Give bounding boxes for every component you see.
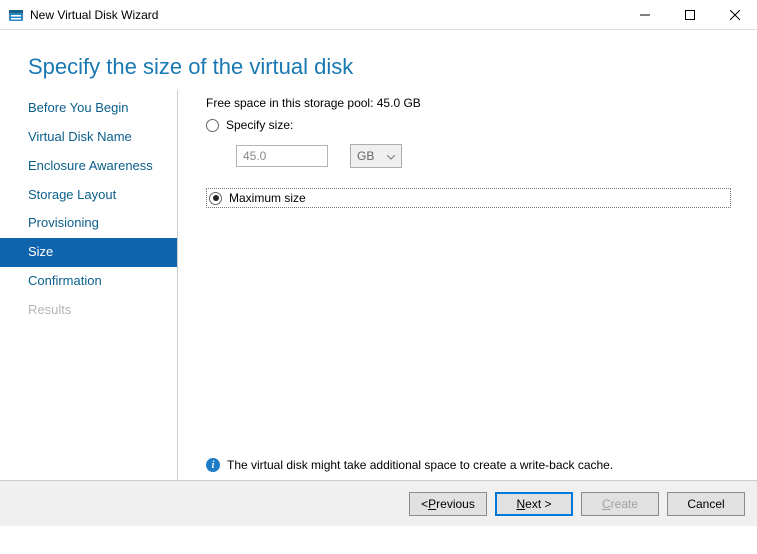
radio-maximum-size[interactable]: [209, 192, 222, 205]
maximize-button[interactable]: [667, 0, 712, 29]
info-icon: i: [206, 458, 220, 472]
unit-selected-label: GB: [357, 149, 374, 163]
wizard-steps: Before You Begin Virtual Disk Name Enclo…: [0, 90, 178, 480]
app-icon: [8, 7, 24, 23]
maximum-size-option[interactable]: Maximum size: [206, 188, 731, 208]
step-before-you-begin[interactable]: Before You Begin: [0, 94, 177, 123]
size-input-row: GB: [236, 144, 731, 168]
maximum-size-label: Maximum size: [229, 191, 306, 205]
step-storage-layout[interactable]: Storage Layout: [0, 181, 177, 210]
wizard-footer: < Previous Next > Create Cancel: [0, 480, 757, 526]
create-button: Create: [581, 492, 659, 516]
step-results: Results: [0, 296, 177, 325]
unit-select[interactable]: GB: [350, 144, 402, 168]
close-button[interactable]: [712, 0, 757, 29]
minimize-button[interactable]: [622, 0, 667, 29]
next-button[interactable]: Next >: [495, 492, 573, 516]
step-virtual-disk-name[interactable]: Virtual Disk Name: [0, 123, 177, 152]
content-pane: Free space in this storage pool: 45.0 GB…: [178, 90, 739, 480]
step-confirmation[interactable]: Confirmation: [0, 267, 177, 296]
step-enclosure-awareness[interactable]: Enclosure Awareness: [0, 152, 177, 181]
info-text: The virtual disk might take additional s…: [227, 458, 613, 472]
window-title: New Virtual Disk Wizard: [30, 8, 158, 22]
window-controls: [622, 0, 757, 29]
specify-size-option[interactable]: Specify size:: [206, 118, 731, 132]
page-heading: Specify the size of the virtual disk: [0, 30, 757, 90]
step-provisioning[interactable]: Provisioning: [0, 209, 177, 238]
size-input[interactable]: [236, 145, 328, 167]
step-size[interactable]: Size: [0, 238, 177, 267]
info-row: i The virtual disk might take additional…: [206, 450, 731, 480]
cancel-button[interactable]: Cancel: [667, 492, 745, 516]
chevron-down-icon: [387, 149, 395, 163]
radio-specify-size[interactable]: [206, 119, 219, 132]
free-space-label: Free space in this storage pool: 45.0 GB: [206, 96, 731, 110]
specify-size-label: Specify size:: [226, 118, 293, 132]
titlebar: New Virtual Disk Wizard: [0, 0, 757, 30]
previous-button[interactable]: < Previous: [409, 492, 487, 516]
